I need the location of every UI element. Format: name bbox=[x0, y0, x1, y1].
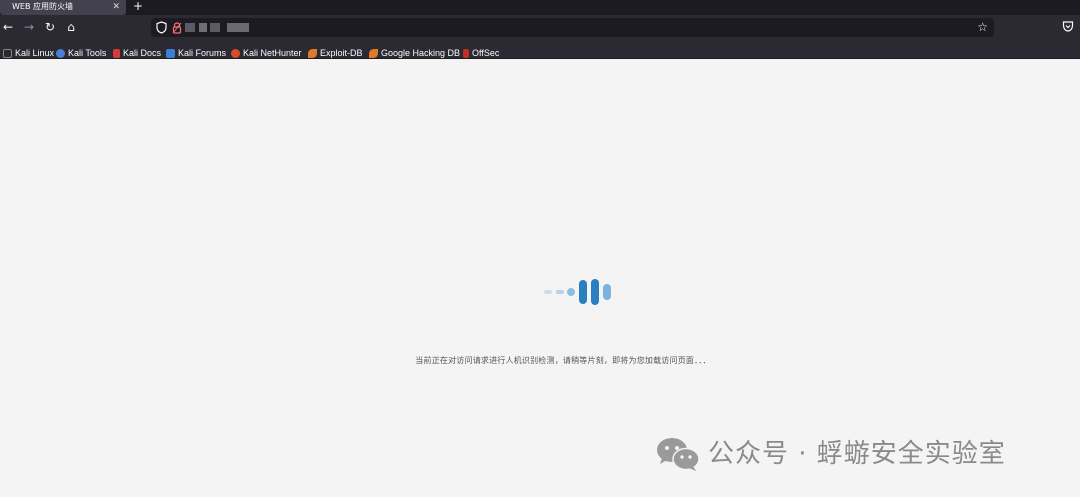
page-content: 当前正在对访问请求进行人机识别检测，请稍等片刻，即将为您加载访问页面．．． 公众… bbox=[0, 60, 1080, 497]
redacted-url-part bbox=[227, 23, 249, 32]
bookmark-star-icon[interactable]: ☆ bbox=[977, 19, 988, 35]
kali-nethunter-icon bbox=[231, 49, 240, 58]
bookmark-offsec[interactable]: OffSec bbox=[463, 43, 500, 58]
verification-message: 当前正在对访问请求进行人机识别检测，请稍等片刻，即将为您加载访问页面．．． bbox=[415, 356, 711, 365]
offsec-icon bbox=[463, 49, 469, 58]
home-button[interactable]: ⌂ bbox=[63, 19, 79, 35]
bookmark-google-hacking-db[interactable]: Google Hacking DB bbox=[369, 43, 461, 58]
shield-icon[interactable] bbox=[156, 21, 167, 34]
active-tab[interactable]: WEB 应用防火墙 ✕ bbox=[0, 0, 126, 15]
wechat-icon bbox=[657, 438, 700, 471]
bookmark-label: Kali Linux bbox=[15, 48, 55, 58]
bookmark-label: OffSec bbox=[472, 48, 500, 58]
redacted-url-part bbox=[199, 23, 207, 32]
bookmark-label: Kali NetHunter bbox=[243, 48, 302, 58]
loader-bar bbox=[567, 288, 575, 296]
redacted-url-part bbox=[210, 23, 220, 32]
bookmark-label: Kali Forums bbox=[178, 48, 227, 58]
tab-strip: WEB 应用防火墙 ✕ + bbox=[0, 0, 1080, 15]
bookmark-exploit-db[interactable]: Exploit-DB bbox=[308, 43, 363, 58]
bookmark-kali-tools[interactable]: Kali Tools bbox=[56, 43, 107, 58]
kali-forums-icon bbox=[166, 49, 175, 58]
tab-close-icon[interactable]: ✕ bbox=[112, 1, 120, 13]
kali-docs-icon bbox=[113, 49, 120, 58]
loader-bar bbox=[579, 280, 587, 304]
bookmark-kali-nethunter[interactable]: Kali NetHunter bbox=[231, 43, 302, 58]
navigation-toolbar: ← → ↻ ⌂ ☆ bbox=[0, 15, 1080, 40]
pocket-icon[interactable] bbox=[1062, 21, 1074, 32]
bookmark-label: Exploit-DB bbox=[320, 48, 363, 58]
ghdb-icon bbox=[369, 49, 378, 58]
loader-bar bbox=[544, 290, 552, 294]
kali-tools-icon bbox=[56, 49, 65, 58]
kali-dragon-icon bbox=[3, 49, 12, 58]
redacted-url-part bbox=[185, 23, 195, 32]
bookmarks-toolbar: Kali Linux Kali Tools Kali Docs Kali For… bbox=[0, 40, 1080, 59]
back-button[interactable]: ← bbox=[0, 19, 16, 35]
forward-button[interactable]: → bbox=[21, 19, 37, 35]
loading-spinner bbox=[543, 279, 613, 305]
new-tab-button[interactable]: + bbox=[133, 0, 143, 14]
bookmark-label: Kali Tools bbox=[68, 48, 107, 58]
loader-bar bbox=[556, 290, 564, 294]
loader-bar bbox=[591, 279, 599, 305]
tab-title: WEB 应用防火墙 bbox=[12, 2, 73, 11]
bookmark-kali-forums[interactable]: Kali Forums bbox=[166, 43, 227, 58]
insecure-lock-icon[interactable] bbox=[172, 21, 182, 34]
bookmark-label: Kali Docs bbox=[123, 48, 162, 58]
loader-bar bbox=[603, 284, 611, 300]
reload-button[interactable]: ↻ bbox=[42, 19, 58, 35]
exploit-db-icon bbox=[308, 49, 317, 58]
url-bar[interactable]: ☆ bbox=[151, 18, 994, 37]
bookmark-label: Google Hacking DB bbox=[381, 48, 461, 58]
watermark-text: 公众号 · 蜉蝣安全实验室 bbox=[708, 439, 1006, 469]
bookmark-kali-docs[interactable]: Kali Docs bbox=[113, 43, 162, 58]
bookmark-kali-linux[interactable]: Kali Linux bbox=[3, 43, 55, 58]
